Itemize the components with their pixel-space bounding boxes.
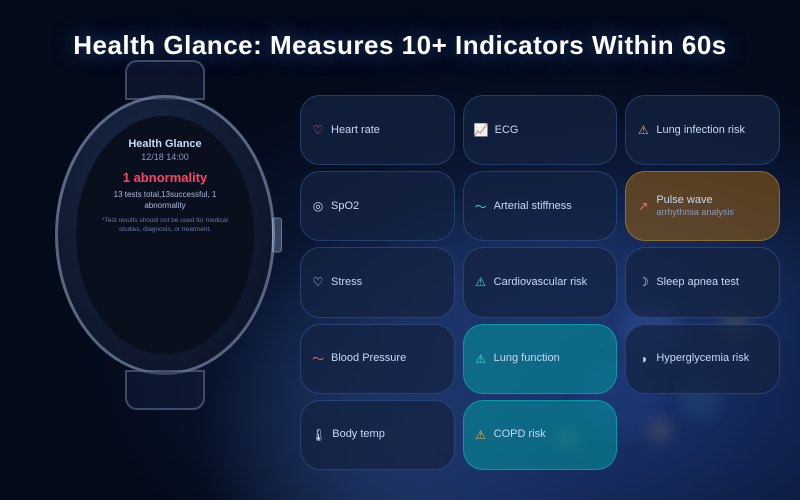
indicator-copd[interactable]: ⚠ COPD risk [463,400,618,470]
watch-band-top [125,60,205,100]
indicator-ecg[interactable]: 📈 ECG [463,95,618,165]
indicator-pulse-wave[interactable]: ↗ Pulse wavearrhythmia analysis [625,171,780,241]
lung-infection-icon: ⚠ [636,123,650,137]
ecg-label: ECG [495,124,519,137]
copd-label: COPD risk [494,428,546,441]
watch-container: Health Glance 12/18 14:00 1 abnormality … [55,95,275,375]
cardiovascular-icon: ⚠ [474,275,488,289]
watch-subtitle: 13 tests total,13successful, 1 abnormali… [92,189,238,211]
watch-band-bottom [125,370,205,410]
watch-alert: 1 abnormality [123,170,208,185]
body-temp-label: Body temp [332,428,385,441]
sleep-apnea-label: Sleep apnea test [656,276,739,289]
blood-pressure-icon: 〜 [311,350,325,367]
body-temp-icon: 🌡 [311,428,326,442]
lung-function-label: Lung function [494,352,560,365]
watch-body: Health Glance 12/18 14:00 1 abnormality … [55,95,275,375]
indicator-lung-function[interactable]: ⚠ Lung function [463,324,618,394]
blood-pressure-label: Blood Pressure [331,352,406,365]
page-title: Health Glance: Measures 10+ Indicators W… [0,30,800,61]
stress-icon: ♡ [311,275,325,289]
heart-rate-icon: ♡ [311,123,325,137]
heart-rate-label: Heart rate [331,124,380,137]
stress-label: Stress [331,276,362,289]
indicator-heart-rate[interactable]: ♡ Heart rate [300,95,455,165]
lung-infection-label: Lung infection risk [656,124,745,137]
arterial-stiffness-icon: 〜 [474,198,488,215]
indicator-hyperglycemia[interactable]: ◑ Hyperglycemia risk [625,324,780,394]
hyperglycemia-icon: ◑ [636,352,650,366]
watch-note: *Test results should not be used for med… [92,217,238,234]
indicator-sleep-apnea[interactable]: ☽ Sleep apnea test [625,247,780,317]
indicator-blood-pressure[interactable]: 〜 Blood Pressure [300,324,455,394]
hyperglycemia-label: Hyperglycemia risk [656,352,749,365]
cardiovascular-label: Cardiovascular risk [494,276,588,289]
watch-screen: Health Glance 12/18 14:00 1 abnormality … [76,116,254,354]
arterial-stiffness-label: Arterial stiffness [494,200,572,213]
watch-date: 12/18 14:00 [141,152,189,162]
copd-icon: ⚠ [474,428,488,442]
indicator-lung-infection[interactable]: ⚠ Lung infection risk [625,95,780,165]
sleep-apnea-icon: ☽ [636,275,650,289]
indicators-grid: ♡ Heart rate 📈 ECG ⚠ Lung infection risk ◎ SpO2… [300,95,780,470]
watch-app-title: Health Glance [128,138,201,150]
spo2-icon: ◎ [311,199,325,213]
indicator-arterial-stiffness[interactable]: 〜 Arterial stiffness [463,171,618,241]
indicator-body-temp[interactable]: 🌡 Body temp [300,400,455,470]
indicator-cardiovascular[interactable]: ⚠ Cardiovascular risk [463,247,618,317]
pulse-wave-label: Pulse wavearrhythmia analysis [656,194,734,218]
indicator-stress[interactable]: ♡ Stress [300,247,455,317]
indicator-spo2[interactable]: ◎ SpO2 [300,171,455,241]
ecg-icon: 📈 [474,123,489,137]
pulse-wave-icon: ↗ [636,199,650,213]
watch-crown [272,218,282,253]
lung-function-icon: ⚠ [474,352,488,366]
spo2-label: SpO2 [331,200,359,213]
